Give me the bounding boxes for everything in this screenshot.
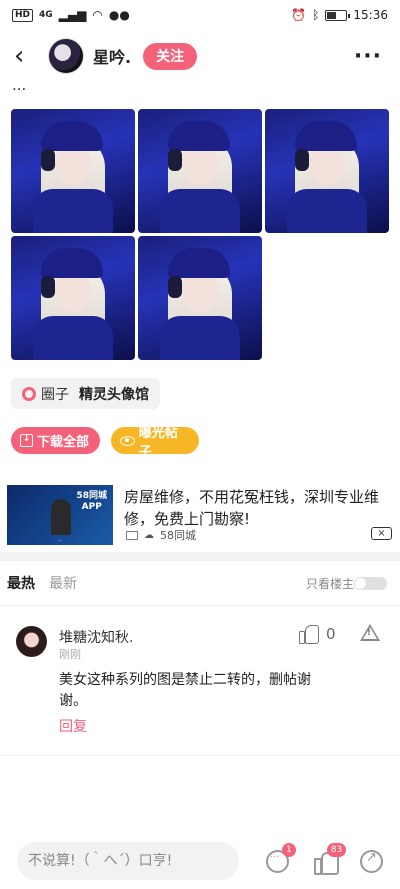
bluetooth-icon: ᛒ xyxy=(312,8,320,22)
ad-banner[interactable]: 58同城 APP ... 房屋维修，不用花冤枉钱，深圳专业维修，免费上门勘察! … xyxy=(0,474,400,552)
download-all-button[interactable]: ↓ 下载全部 xyxy=(11,427,100,454)
like-count-badge: 83 xyxy=(327,843,346,857)
ad-thumbnail-person xyxy=(51,499,71,535)
circle-tag[interactable]: 圈子 精灵头像馆 xyxy=(11,378,160,409)
tab-hot[interactable]: 最热 xyxy=(7,573,35,593)
comment-like-count: 0 xyxy=(326,624,336,643)
signal-icon: ▂▄▆ xyxy=(58,8,87,22)
post-actions: ↓ 下载全部 曝光帖子 xyxy=(11,426,199,460)
bottom-bar: 不说算!（｀へ´）口亨! 1 83 xyxy=(0,836,400,889)
hd-indicator: HD xyxy=(12,8,34,22)
ad-close-icon[interactable]: × xyxy=(371,527,392,540)
ad-image-icon xyxy=(126,530,138,540)
expose-post-button[interactable]: 曝光帖子 xyxy=(111,426,199,460)
comment-time: 刚刚 xyxy=(59,648,81,661)
share-icon[interactable] xyxy=(360,850,383,873)
ad-source-icon: ☁ xyxy=(144,529,154,541)
photo-grid xyxy=(11,109,389,360)
comment-text: 美女这种系列的图是禁止二转的，删帖谢谢。 xyxy=(59,672,311,709)
photo-1[interactable] xyxy=(11,109,135,233)
alarm-icon: ⏰ xyxy=(291,8,307,22)
only-op-label: 只看楼主 xyxy=(305,576,354,591)
thumbs-up-icon xyxy=(299,624,319,644)
ad-meta: ☁ 58同城 xyxy=(126,527,196,543)
commenter-name[interactable]: 堆糖沈知秋. xyxy=(59,627,133,647)
wifi-icon: ◠ xyxy=(92,8,103,22)
download-icon: ↓ xyxy=(20,434,33,447)
photo-2[interactable] xyxy=(138,109,262,233)
clock: 15:36 xyxy=(353,8,388,22)
ad-text: 房屋维修，不用花冤枉钱，深圳专业维修，免费上门勘察! xyxy=(124,488,380,528)
circle-name: 精灵头像馆 xyxy=(79,386,149,403)
more-options-icon[interactable]: ··· xyxy=(354,44,382,69)
battery-icon xyxy=(325,9,351,21)
tab-new[interactable]: 最新 xyxy=(49,573,77,593)
status-bar: HD 4G ▂▄▆ ◠ ●● ⏰ ᛒ 15:36 xyxy=(0,0,400,30)
photo-5[interactable] xyxy=(138,236,262,360)
ad-thumbnail-title: 58同城 APP xyxy=(76,491,107,512)
author-name[interactable]: 星吟. xyxy=(93,44,131,68)
comment-tabs: 最热 最新 只看楼主 xyxy=(0,561,400,606)
expose-post-label: 曝光帖子 xyxy=(138,425,178,460)
commenter-avatar[interactable] xyxy=(16,626,47,657)
circle-label: 圈子 xyxy=(41,386,69,403)
comment-input[interactable]: 不说算!（｀へ´）口亨! xyxy=(17,842,239,880)
back-arrow-icon[interactable]: ‹ xyxy=(14,43,38,69)
photo-3[interactable] xyxy=(265,109,389,233)
wechat-icon: ●● xyxy=(108,8,130,22)
comment-item: 堆糖沈知秋. 刚刚 0 ! 美女这种系列的图是禁止二转的，删帖谢谢。 回复 xyxy=(0,606,400,756)
only-op-toggle[interactable] xyxy=(354,576,387,590)
ad-thumbnail-caption: ... xyxy=(57,537,63,543)
eye-icon xyxy=(120,435,135,446)
ad-source: 58同城 xyxy=(160,529,196,542)
download-all-label: 下载全部 xyxy=(37,435,90,450)
comment-like-button[interactable]: 0 xyxy=(299,624,336,644)
warning-mark: ! xyxy=(366,628,371,638)
reply-button[interactable]: 回复 xyxy=(59,716,87,736)
photo-4[interactable] xyxy=(11,236,135,360)
network-indicator: 4G xyxy=(39,10,53,20)
ad-thumbnail[interactable]: 58同城 APP ... xyxy=(7,485,113,545)
comment-count-badge: 1 xyxy=(282,843,296,857)
follow-button[interactable]: 关注 xyxy=(143,42,198,70)
section-divider xyxy=(0,552,400,561)
author-avatar[interactable] xyxy=(48,38,84,74)
post-header: ‹ 星吟. 关注 ··· xyxy=(0,30,400,82)
circle-ring-icon xyxy=(22,386,36,401)
post-text-fragment: ... xyxy=(12,78,27,92)
